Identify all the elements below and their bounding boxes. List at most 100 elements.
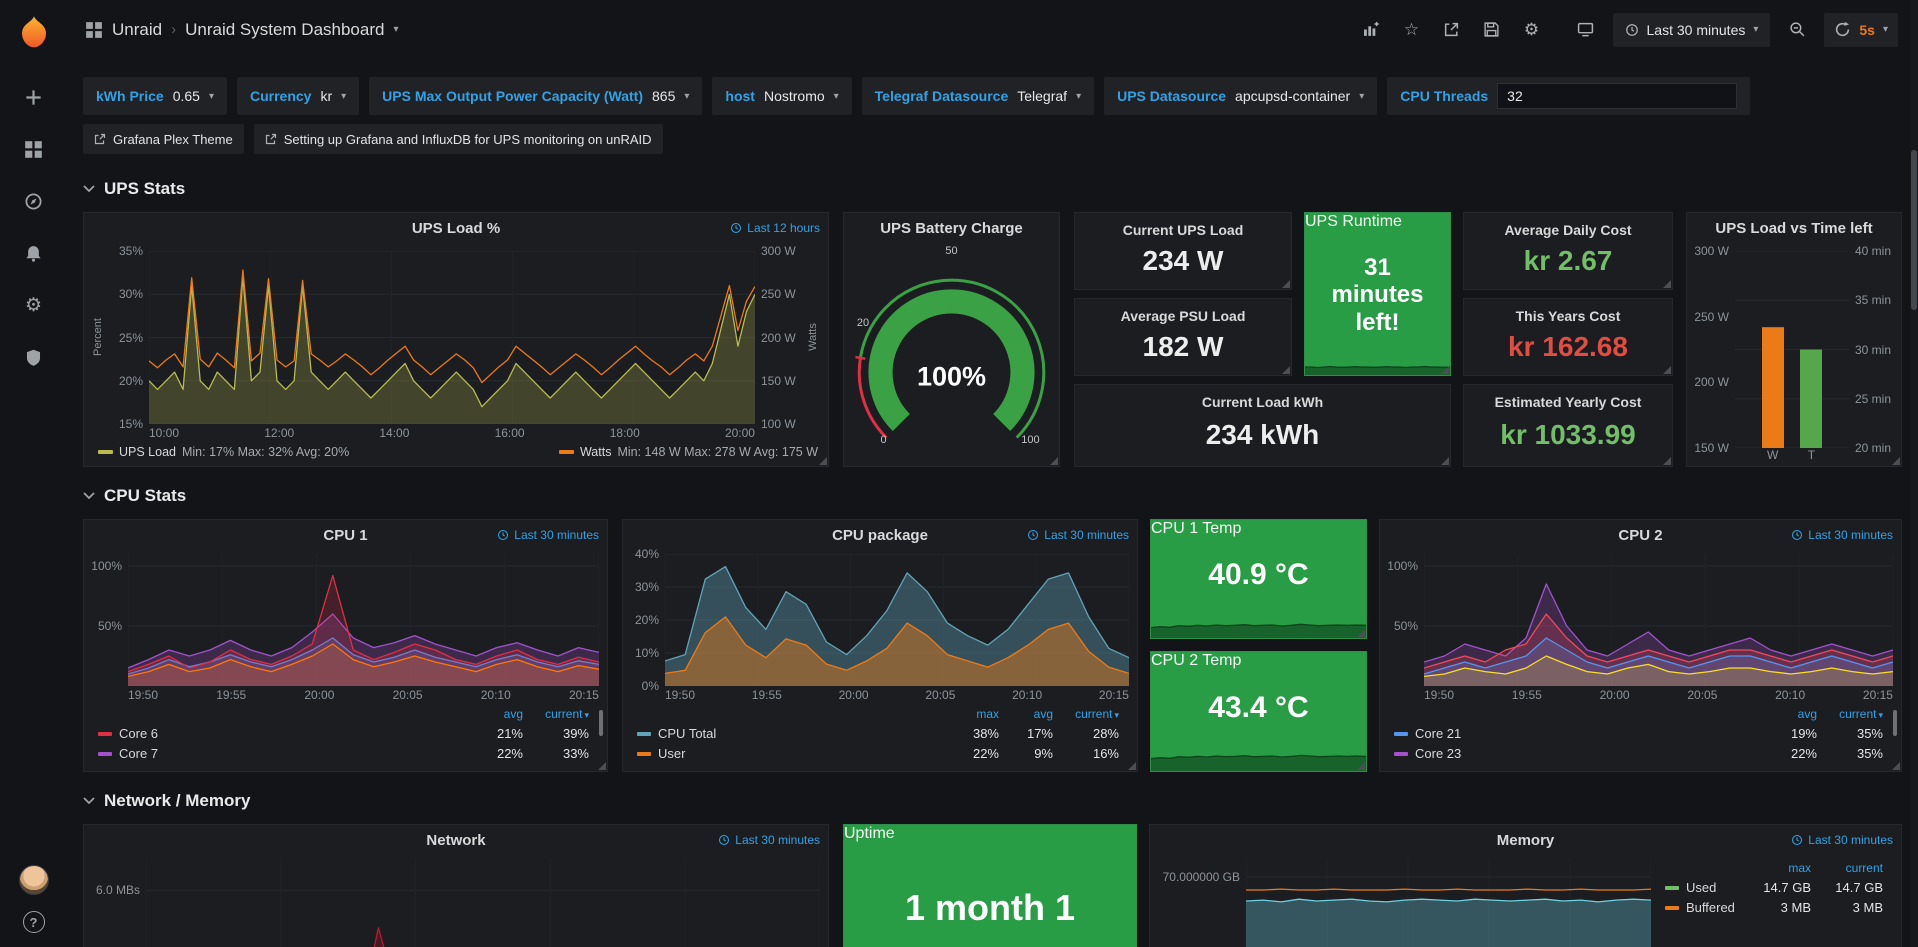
resize-handle[interactable]	[1663, 457, 1671, 465]
battery-gauge[interactable]: 0 20 50 100 100%	[844, 243, 1059, 466]
legend-series-name[interactable]: Buffered	[1665, 900, 1739, 915]
server-admin-icon[interactable]	[15, 338, 53, 376]
user-avatar[interactable]	[19, 865, 49, 895]
resize-handle[interactable]	[1357, 629, 1365, 637]
chevron-down-icon[interactable]: ▾	[393, 24, 398, 35]
section-cpu-stats[interactable]: CPU Stats	[83, 485, 1902, 507]
resize-handle[interactable]	[1441, 366, 1449, 374]
stat-title[interactable]: Uptime	[844, 825, 1136, 843]
legend-series-name[interactable]: Core 6	[98, 726, 465, 741]
save-icon[interactable]	[1479, 17, 1505, 43]
legend-series-name[interactable]: Used	[1665, 880, 1739, 895]
link-ups-monitoring-guide[interactable]: Setting up Grafana and InfluxDB for UPS …	[254, 124, 663, 154]
legend-header-current[interactable]: current▾	[1053, 707, 1119, 721]
stat-title[interactable]: Average Daily Cost	[1464, 222, 1672, 238]
resize-handle[interactable]	[1441, 457, 1449, 465]
variable-currency[interactable]: Currencykr▾	[237, 77, 359, 115]
panel-title[interactable]: UPS Load vs Time left	[1715, 220, 1872, 237]
resize-handle[interactable]	[1357, 762, 1365, 770]
legend-series-name[interactable]: Core 23	[1394, 746, 1759, 761]
panel-title[interactable]: CPU 2	[1618, 527, 1662, 544]
panel-title[interactable]: UPS Battery Charge	[880, 220, 1023, 237]
resize-handle[interactable]	[1663, 280, 1671, 288]
stat-value: 182 W	[1075, 324, 1291, 375]
stat-title[interactable]: Current Load kWh	[1075, 394, 1450, 410]
panel-title[interactable]: Memory	[1497, 832, 1555, 849]
variable-ups-datasource[interactable]: UPS Datasourceapcupsd-container▾	[1104, 77, 1377, 115]
stat-title[interactable]: CPU 2 Temp	[1151, 652, 1366, 670]
resize-handle[interactable]	[1282, 366, 1290, 374]
ups-load-chart[interactable]	[149, 251, 755, 424]
resize-handle[interactable]	[1128, 762, 1136, 770]
dashboards-icon[interactable]	[15, 130, 53, 168]
resize-handle[interactable]	[598, 762, 606, 770]
ups-bar-chart[interactable]	[1735, 251, 1849, 448]
legend-scrollbar[interactable]	[1893, 710, 1897, 736]
resize-handle[interactable]	[1663, 366, 1671, 374]
dashboard-settings-icon[interactable]: ⚙	[1519, 17, 1545, 43]
section-network-memory[interactable]: Network / Memory	[83, 790, 1902, 812]
variable-kwh-price[interactable]: kWh Price0.65▾	[83, 77, 227, 115]
variable-host[interactable]: hostNostromo▾	[712, 77, 851, 115]
zoom-out-icon[interactable]	[1784, 17, 1810, 43]
cycle-view-icon[interactable]	[1573, 17, 1599, 43]
network-chart[interactable]	[146, 859, 820, 947]
resize-handle[interactable]	[819, 457, 827, 465]
panel-title[interactable]: UPS Load %	[412, 220, 500, 237]
star-icon[interactable]: ☆	[1399, 17, 1425, 43]
cpu-threads-input[interactable]	[1497, 83, 1737, 109]
link-grafana-plex-theme[interactable]: Grafana Plex Theme	[83, 124, 244, 154]
legend-series-name[interactable]: Core 21	[1394, 726, 1759, 741]
resize-handle[interactable]	[1282, 280, 1290, 288]
legend-header-avg[interactable]: avg	[1759, 707, 1817, 721]
legend-header-current[interactable]: current▾	[1817, 707, 1883, 721]
help-icon[interactable]: ?	[23, 911, 45, 933]
refresh-picker[interactable]: 5s ▾	[1824, 13, 1898, 47]
panel-title[interactable]: Network	[426, 832, 485, 849]
legend-header-current[interactable]: current	[1811, 861, 1883, 875]
stat-title[interactable]: CPU 1 Temp	[1151, 520, 1366, 538]
variable-ups-max-output[interactable]: UPS Max Output Power Capacity (Watt)865▾	[369, 77, 702, 115]
time-range-picker[interactable]: Last 30 minutes ▾	[1613, 13, 1771, 47]
resize-handle[interactable]	[1892, 457, 1900, 465]
resize-handle[interactable]	[1050, 457, 1058, 465]
legend-header-avg[interactable]: avg	[465, 707, 523, 721]
resize-handle[interactable]	[1892, 762, 1900, 770]
cpu-package-chart[interactable]	[665, 554, 1129, 686]
breadcrumb-root[interactable]: Unraid	[112, 20, 162, 40]
configuration-icon[interactable]: ⚙	[15, 286, 53, 324]
stat-title[interactable]: UPS Runtime	[1305, 213, 1450, 231]
panel-title[interactable]: CPU package	[832, 527, 928, 544]
cpu2-chart[interactable]	[1424, 554, 1893, 686]
legend-series-name[interactable]: UPS Load	[119, 445, 176, 459]
explore-icon[interactable]	[15, 182, 53, 220]
variable-telegraf-datasource[interactable]: Telegraf DatasourceTelegraf▾	[862, 77, 1094, 115]
legend-header-max[interactable]: max	[945, 707, 999, 721]
legend-series-name[interactable]: CPU Total	[637, 726, 945, 741]
legend-header-avg[interactable]: avg	[999, 707, 1053, 721]
grafana-logo[interactable]	[15, 14, 53, 52]
sidebar: ⚙ ?	[0, 0, 67, 947]
legend-table: avg current▾ Core 21 19% 35% Core 23 22%…	[1380, 704, 1901, 771]
legend-series-name[interactable]: Watts	[580, 445, 611, 459]
stat-title[interactable]: Estimated Yearly Cost	[1464, 394, 1672, 410]
legend-series-name[interactable]: User	[637, 746, 945, 761]
stat-title[interactable]: Current UPS Load	[1075, 222, 1291, 238]
stat-title[interactable]: Average PSU Load	[1075, 308, 1291, 324]
add-panel-icon[interactable]	[1359, 17, 1385, 43]
memory-chart[interactable]	[1246, 859, 1651, 947]
panel-title[interactable]: CPU 1	[323, 527, 367, 544]
legend-header-max[interactable]: max	[1739, 861, 1811, 875]
section-ups-stats[interactable]: UPS Stats	[83, 178, 1902, 200]
cpu1-chart[interactable]	[128, 554, 599, 686]
breadcrumb-current[interactable]: Unraid System Dashboard	[185, 20, 384, 40]
legend-header-current[interactable]: current▾	[523, 707, 589, 721]
share-icon[interactable]	[1439, 17, 1465, 43]
page-scrollbar[interactable]	[1910, 0, 1918, 947]
stat-title[interactable]: This Years Cost	[1464, 308, 1672, 324]
legend-series-name[interactable]: Core 7	[98, 746, 465, 761]
create-icon[interactable]	[15, 78, 53, 116]
legend-scrollbar[interactable]	[599, 710, 603, 736]
alerting-icon[interactable]	[15, 234, 53, 272]
scrollbar-thumb[interactable]	[1911, 150, 1917, 310]
